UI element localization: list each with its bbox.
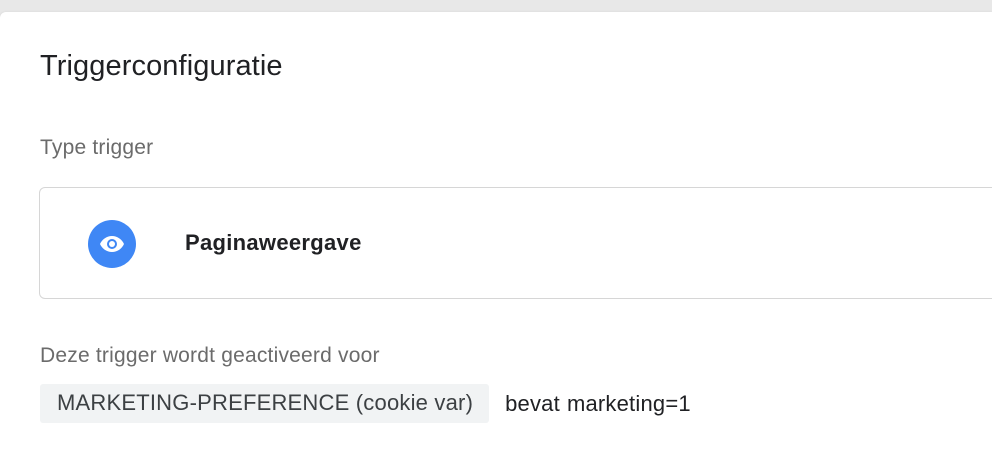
trigger-configuration-panel: Triggerconfiguratie Type trigger Paginaw…: [0, 12, 992, 466]
condition-value: marketing=1: [566, 390, 691, 416]
panel-title: Triggerconfiguratie: [40, 50, 283, 82]
variable-chip: MARKETING-PREFERENCE (cookie var): [40, 384, 490, 423]
condition-operator: bevat: [505, 390, 560, 416]
firing-condition: MARKETING-PREFERENCE (cookie var) bevat …: [40, 384, 691, 423]
eye-icon: [88, 220, 136, 268]
trigger-type-label: Type trigger: [40, 136, 154, 159]
trigger-type-name: Paginaweergave: [185, 230, 362, 255]
trigger-type-card[interactable]: Paginaweergave: [39, 187, 992, 299]
firing-condition-label: Deze trigger wordt geactiveerd voor: [40, 344, 380, 367]
